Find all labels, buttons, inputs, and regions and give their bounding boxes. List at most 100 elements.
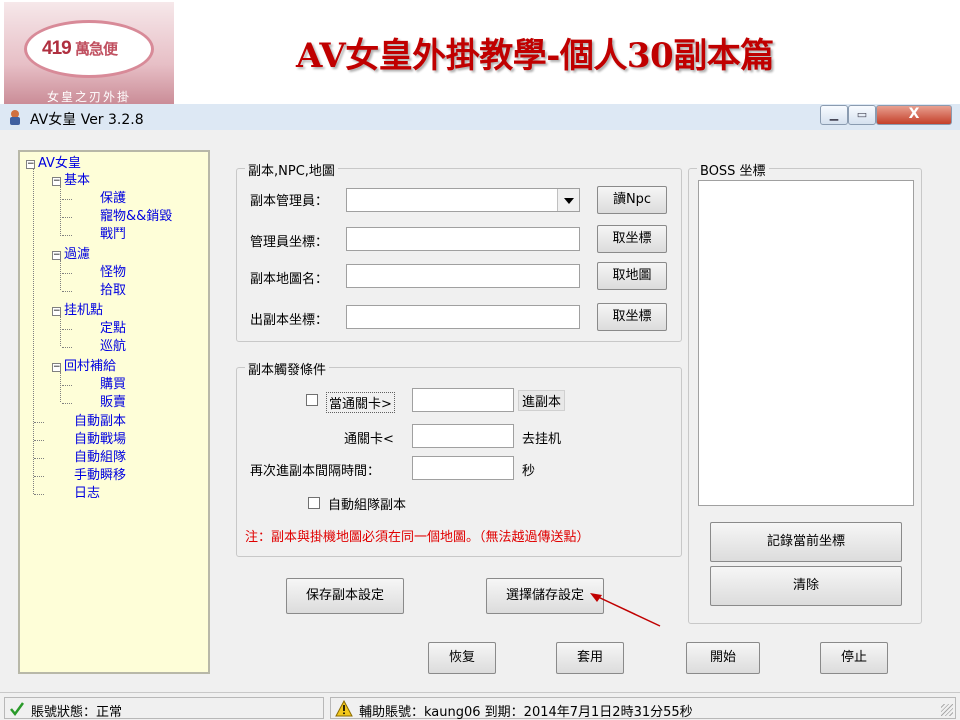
tree-root[interactable]: − AV女皇 bbox=[26, 156, 81, 172]
boss-coord-list[interactable] bbox=[698, 180, 914, 506]
tree-node-afk[interactable]: − 挂机點 bbox=[52, 303, 103, 319]
exit-coord-input[interactable] bbox=[346, 305, 580, 329]
tree-connector bbox=[34, 422, 44, 423]
account-status-panel: 賬號狀態：正常 bbox=[4, 697, 324, 720]
logo: 419 萬急便 女皇之刃外掛 bbox=[4, 2, 174, 106]
logo-brand: 萬急便 bbox=[74, 41, 118, 58]
start-button[interactable]: 開始 bbox=[686, 642, 760, 674]
get-coord-button[interactable]: 取坐標 bbox=[597, 225, 667, 253]
collapse-icon[interactable]: − bbox=[52, 363, 61, 372]
tree-connector bbox=[62, 403, 72, 404]
read-npc-button[interactable]: 讀Npc bbox=[597, 186, 667, 214]
collapse-icon[interactable]: − bbox=[26, 160, 35, 169]
tree-node-supply[interactable]: − 回村補給 bbox=[52, 359, 116, 375]
map-name-input[interactable] bbox=[346, 264, 580, 288]
warning-note: 注：副本與掛機地圖必須在同一個地圖。（無法越過傳送點） bbox=[245, 530, 590, 545]
tree-item-auto-team[interactable]: 自動組隊 bbox=[74, 450, 126, 466]
tree-item-combat[interactable]: 戰鬥 bbox=[100, 227, 126, 243]
tree-node-label: 過濾 bbox=[64, 247, 91, 262]
tree-item-auto-dungeon[interactable]: 自動副本 bbox=[74, 414, 126, 430]
get-map-button[interactable]: 取地圖 bbox=[597, 262, 667, 290]
tree-item-pickup[interactable]: 拾取 bbox=[100, 283, 126, 299]
auto-team-checkbox[interactable] bbox=[308, 497, 320, 509]
save-settings-button[interactable]: 保存副本設定 bbox=[286, 578, 404, 614]
stop-button[interactable]: 停止 bbox=[820, 642, 888, 674]
when-level-input[interactable] bbox=[412, 388, 514, 412]
tree-item-fixed[interactable]: 定點 bbox=[100, 321, 126, 337]
logo-number: 419 bbox=[42, 38, 72, 59]
tree-item-patrol[interactable]: 巡航 bbox=[100, 339, 126, 355]
manager-coord-label: 管理員坐標： bbox=[250, 235, 329, 250]
minimize-button[interactable]: ▁ bbox=[820, 105, 848, 125]
tree-connector bbox=[62, 199, 72, 200]
title-bar: AV女皇 Ver 3.2.8 ▁ ▭ X bbox=[0, 104, 960, 130]
tree-item-pet[interactable]: 寵物&&銷毀 bbox=[100, 209, 172, 225]
nav-tree[interactable]: − AV女皇 − 基本 保護 寵物&&銷毀 戰鬥 − 過濾 怪物 拾取 − 挂机點 定點… bbox=[18, 150, 210, 674]
warning-icon bbox=[335, 700, 353, 717]
app-icon bbox=[10, 110, 20, 125]
tree-connector bbox=[62, 217, 72, 218]
record-coord-button[interactable]: 記錄當前坐標 bbox=[710, 522, 902, 562]
restore-button[interactable]: 恢复 bbox=[428, 642, 496, 674]
tree-root-label: AV女皇 bbox=[38, 156, 81, 171]
group-title: 副本,NPC,地圖 bbox=[245, 160, 338, 179]
slide-header: 419 萬急便 女皇之刃外掛 AV女皇外掛教學-個人30副本篇 bbox=[0, 0, 960, 106]
tree-node-label: 基本 bbox=[64, 173, 91, 188]
tree-item-monster[interactable]: 怪物 bbox=[100, 265, 126, 281]
tree-item-auto-battlefield[interactable]: 自動戰場 bbox=[74, 432, 126, 448]
manager-label: 副本管理員： bbox=[250, 194, 329, 209]
assist-info-panel: 輔助賬號：kaung06 到期：2014年7月1日2時31分55秒 bbox=[330, 697, 956, 720]
tree-connector bbox=[34, 458, 44, 459]
resize-grip-icon[interactable] bbox=[941, 704, 953, 716]
tree-connector bbox=[62, 291, 72, 292]
tree-item-buy[interactable]: 購買 bbox=[100, 377, 126, 393]
tree-connector bbox=[60, 260, 61, 290]
clear-button[interactable]: 清除 bbox=[710, 566, 902, 606]
collapse-icon[interactable]: − bbox=[52, 251, 61, 260]
tree-connector bbox=[34, 476, 44, 477]
tree-item-sell[interactable]: 販賣 bbox=[100, 395, 126, 411]
tree-item-manual-teleport[interactable]: 手動瞬移 bbox=[74, 468, 126, 484]
apply-button[interactable]: 套用 bbox=[556, 642, 624, 674]
get-exit-coord-button[interactable]: 取坐標 bbox=[597, 303, 667, 331]
auto-team-label: 自動組隊副本 bbox=[328, 498, 407, 513]
tree-connector bbox=[60, 316, 61, 346]
group-title: BOSS 坐標 bbox=[697, 160, 769, 179]
tree-node-filter[interactable]: − 過濾 bbox=[52, 247, 90, 263]
interval-input[interactable] bbox=[412, 456, 514, 480]
tree-item-log[interactable]: 日志 bbox=[74, 486, 100, 502]
choose-saved-settings-button[interactable]: 選擇儲存設定 bbox=[486, 578, 604, 614]
tree-connector bbox=[62, 347, 72, 348]
logo-text: 419 萬急便 bbox=[42, 38, 118, 60]
annotation-arrow bbox=[590, 593, 661, 627]
account-status: 賬號狀態：正常 bbox=[31, 705, 123, 720]
collapse-icon[interactable]: − bbox=[52, 307, 61, 316]
enter-dungeon-label: 進副本 bbox=[518, 390, 566, 411]
tree-connector bbox=[34, 494, 44, 495]
group-title: 副本觸發條件 bbox=[245, 359, 330, 378]
slide-title: AV女皇外掛教學-個人30副本篇 bbox=[296, 36, 774, 76]
status-bar: 賬號狀態：正常 輔助賬號：kaung06 到期：2014年7月1日2時31分55… bbox=[0, 692, 960, 720]
tree-connector bbox=[62, 385, 72, 386]
manager-coord-input[interactable] bbox=[346, 227, 580, 251]
when-level-checkbox[interactable] bbox=[306, 394, 318, 406]
when-level-label[interactable]: 當通關卡> bbox=[326, 392, 395, 413]
level-threshold-label: 通關卡< bbox=[344, 432, 394, 447]
tree-connector bbox=[62, 235, 72, 236]
tree-connector bbox=[62, 273, 72, 274]
tree-item-protect[interactable]: 保護 bbox=[100, 191, 126, 207]
logo-caption: 女皇之刃外掛 bbox=[46, 90, 131, 104]
manager-dropdown[interactable] bbox=[346, 188, 580, 212]
maximize-button[interactable]: ▭ bbox=[848, 105, 876, 125]
close-button[interactable]: X bbox=[876, 105, 952, 125]
chevron-down-icon[interactable] bbox=[557, 189, 579, 211]
tree-node-label: 回村補給 bbox=[64, 359, 117, 374]
tree-connector bbox=[62, 329, 72, 330]
window-title: AV女皇 Ver 3.2.8 bbox=[30, 112, 144, 128]
app-window: AV女皇 Ver 3.2.8 ▁ ▭ X − AV女皇 − 基本 保護 寵物&&銷毀… bbox=[0, 104, 960, 720]
tree-node-basic[interactable]: − 基本 bbox=[52, 173, 90, 189]
level-threshold-input[interactable] bbox=[412, 424, 514, 448]
collapse-icon[interactable]: − bbox=[52, 177, 61, 186]
assist-info: 輔助賬號：kaung06 到期：2014年7月1日2時31分55秒 bbox=[359, 705, 693, 720]
go-afk-label: 去挂机 bbox=[522, 432, 562, 447]
